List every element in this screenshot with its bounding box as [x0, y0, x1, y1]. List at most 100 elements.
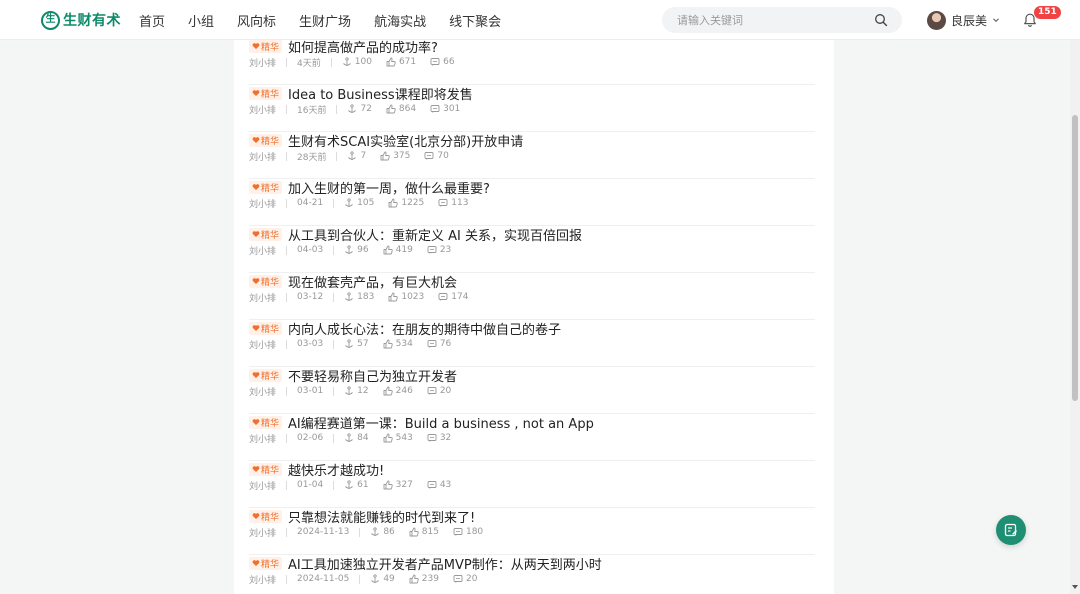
like-count[interactable]: 327	[383, 480, 413, 490]
heart-icon	[252, 466, 260, 472]
post-title[interactable]: AI编程赛道第一课：Build a business , not an App	[288, 413, 594, 432]
list-item[interactable]: 精华 不要轻易称自己为独立开发者 刘小排 03-01 12 246 20	[249, 367, 815, 414]
divider	[286, 386, 288, 396]
post-time: 2024-11-05	[297, 574, 350, 584]
post-title[interactable]: Idea to Business课程即将发售	[288, 84, 473, 103]
post-title[interactable]: 只靠想法就能赚钱的时代到来了!	[288, 507, 475, 526]
post-title[interactable]: 现在做套壳产品，有巨大机会	[288, 272, 457, 291]
nav-item-groups[interactable]: 小组	[188, 11, 214, 30]
like-count-value: 239	[421, 574, 439, 584]
share-count[interactable]: 96	[344, 245, 369, 255]
post-author[interactable]: 刘小排	[249, 385, 276, 398]
share-count[interactable]: 12	[344, 386, 369, 396]
heart-icon	[252, 513, 260, 519]
post-author[interactable]: 刘小排	[249, 103, 276, 116]
list-item[interactable]: 精华 如何提高做产品的成功率? 刘小排 4天前 100 671 66	[249, 38, 815, 85]
list-item[interactable]: 精华 加入生财的第一周，做什么最重要? 刘小排 04-21 105 1225 113	[249, 179, 815, 226]
comment-count[interactable]: 20	[453, 574, 477, 584]
comment-count[interactable]: 20	[427, 386, 451, 396]
list-item[interactable]: 精华 AI编程赛道第一课：Build a business , not an Ap…	[249, 414, 815, 461]
list-item[interactable]: 精华 只靠想法就能赚钱的时代到来了! 刘小排 2024-11-13 86 815 180	[249, 508, 815, 555]
like-count[interactable]: 375	[380, 151, 410, 161]
post-author[interactable]: 刘小排	[249, 338, 276, 351]
post-title[interactable]: 加入生财的第一周，做什么最重要?	[288, 178, 490, 197]
post-author[interactable]: 刘小排	[249, 432, 276, 445]
post-author[interactable]: 刘小排	[249, 244, 276, 257]
post-title[interactable]: 内向人成长心法：在朋友的期待中做自己的卷子	[288, 319, 561, 338]
nav-item-home[interactable]: 首页	[139, 11, 165, 30]
post-title[interactable]: AI工具加速独立开发者产品MVP制作：从两天到两小时	[288, 554, 602, 573]
share-count[interactable]: 72	[347, 104, 372, 114]
post-author[interactable]: 刘小排	[249, 479, 276, 492]
like-count[interactable]: 1225	[388, 198, 424, 208]
post-title[interactable]: 生财有术SCAI实验室(北京分部)开放申请	[288, 131, 523, 150]
like-count[interactable]: 671	[386, 57, 416, 67]
scroll-down-arrow-icon[interactable]	[1072, 585, 1078, 589]
share-count[interactable]: 49	[370, 574, 395, 584]
heart-icon	[252, 137, 260, 143]
user-menu[interactable]: 良辰美	[927, 10, 1000, 30]
list-item[interactable]: 精华 Idea to Business课程即将发售 刘小排 16天前 72 864 301	[249, 85, 815, 132]
share-count-value: 61	[357, 480, 369, 490]
search-box	[662, 7, 902, 33]
like-count[interactable]: 534	[383, 339, 413, 349]
like-count[interactable]: 246	[383, 386, 413, 396]
share-count[interactable]: 105	[344, 198, 374, 208]
comment-count[interactable]: 66	[430, 57, 455, 67]
nav-item-voyage[interactable]: 航海实战	[374, 11, 426, 30]
nav-item-trends[interactable]: 风向标	[237, 11, 276, 30]
list-item[interactable]: 精华 从工具到合伙人：重新定义 AI 关系，实现百倍回报 刘小排 04-03 96 419…	[249, 226, 815, 273]
scrollbar-thumb[interactable]	[1072, 115, 1078, 401]
comment-count[interactable]: 76	[427, 339, 451, 349]
share-count[interactable]: 57	[344, 339, 369, 349]
share-count[interactable]: 84	[344, 433, 369, 443]
share-count[interactable]: 61	[344, 480, 369, 490]
post-author[interactable]: 刘小排	[249, 150, 276, 163]
featured-tag: 精华	[249, 274, 283, 288]
comment-count[interactable]: 180	[453, 527, 483, 537]
post-author[interactable]: 刘小排	[249, 573, 276, 586]
nav-item-offline[interactable]: 线下聚会	[449, 11, 501, 30]
list-item[interactable]: 精华 内向人成长心法：在朋友的期待中做自己的卷子 刘小排 03-03 57 534 76	[249, 320, 815, 367]
comment-count[interactable]: 301	[430, 104, 460, 114]
list-item[interactable]: 精华 现在做套壳产品，有巨大机会 刘小排 03-12 183 1023 174	[249, 273, 815, 320]
list-item[interactable]: 精华 越快乐才越成功! 刘小排 01-04 61 327 43	[249, 461, 815, 508]
share-count[interactable]: 7	[347, 151, 366, 161]
thumb-up-icon	[388, 198, 399, 208]
like-count[interactable]: 1023	[388, 292, 424, 302]
write-post-button[interactable]	[996, 515, 1026, 545]
share-count[interactable]: 183	[344, 292, 374, 302]
comment-count[interactable]: 174	[438, 292, 468, 302]
search-icon[interactable]	[874, 13, 888, 27]
scrollbar[interactable]	[1070, 40, 1080, 594]
comment-count[interactable]: 113	[438, 198, 468, 208]
post-title-row: 精华 AI编程赛道第一课：Build a business , not an Ap…	[249, 413, 594, 432]
comment-count[interactable]: 43	[427, 480, 451, 490]
post-title[interactable]: 越快乐才越成功!	[288, 460, 384, 479]
post-title[interactable]: 从工具到合伙人：重新定义 AI 关系，实现百倍回报	[288, 225, 582, 244]
like-count[interactable]: 419	[383, 245, 413, 255]
like-count-value: 815	[421, 527, 439, 537]
like-count[interactable]: 864	[386, 104, 416, 114]
list-item[interactable]: 精华 AI工具加速独立开发者产品MVP制作：从两天到两小时 刘小排 2024-11-0…	[249, 555, 815, 594]
comment-count[interactable]: 70	[424, 151, 449, 161]
share-count[interactable]: 86	[370, 527, 395, 537]
post-author[interactable]: 刘小排	[249, 56, 276, 69]
post-author[interactable]: 刘小排	[249, 526, 276, 539]
comment-count-value: 32	[439, 433, 452, 443]
logo[interactable]: 生 生财有术	[41, 10, 121, 30]
comment-count-value: 174	[451, 292, 469, 302]
nav-item-plaza[interactable]: 生财广场	[299, 11, 351, 30]
comment-count[interactable]: 23	[427, 245, 451, 255]
like-count[interactable]: 239	[409, 574, 439, 584]
like-count[interactable]: 543	[383, 433, 413, 443]
post-author[interactable]: 刘小排	[249, 291, 276, 304]
share-count[interactable]: 100	[342, 57, 372, 67]
featured-tag: 精华	[249, 39, 283, 53]
comment-count[interactable]: 32	[427, 433, 451, 443]
like-count[interactable]: 815	[409, 527, 439, 537]
list-item[interactable]: 精华 生财有术SCAI实验室(北京分部)开放申请 刘小排 28天前 7 375 70	[249, 132, 815, 179]
search-input[interactable]	[662, 13, 862, 27]
post-title[interactable]: 不要轻易称自己为独立开发者	[288, 366, 457, 385]
post-author[interactable]: 刘小排	[249, 197, 276, 210]
